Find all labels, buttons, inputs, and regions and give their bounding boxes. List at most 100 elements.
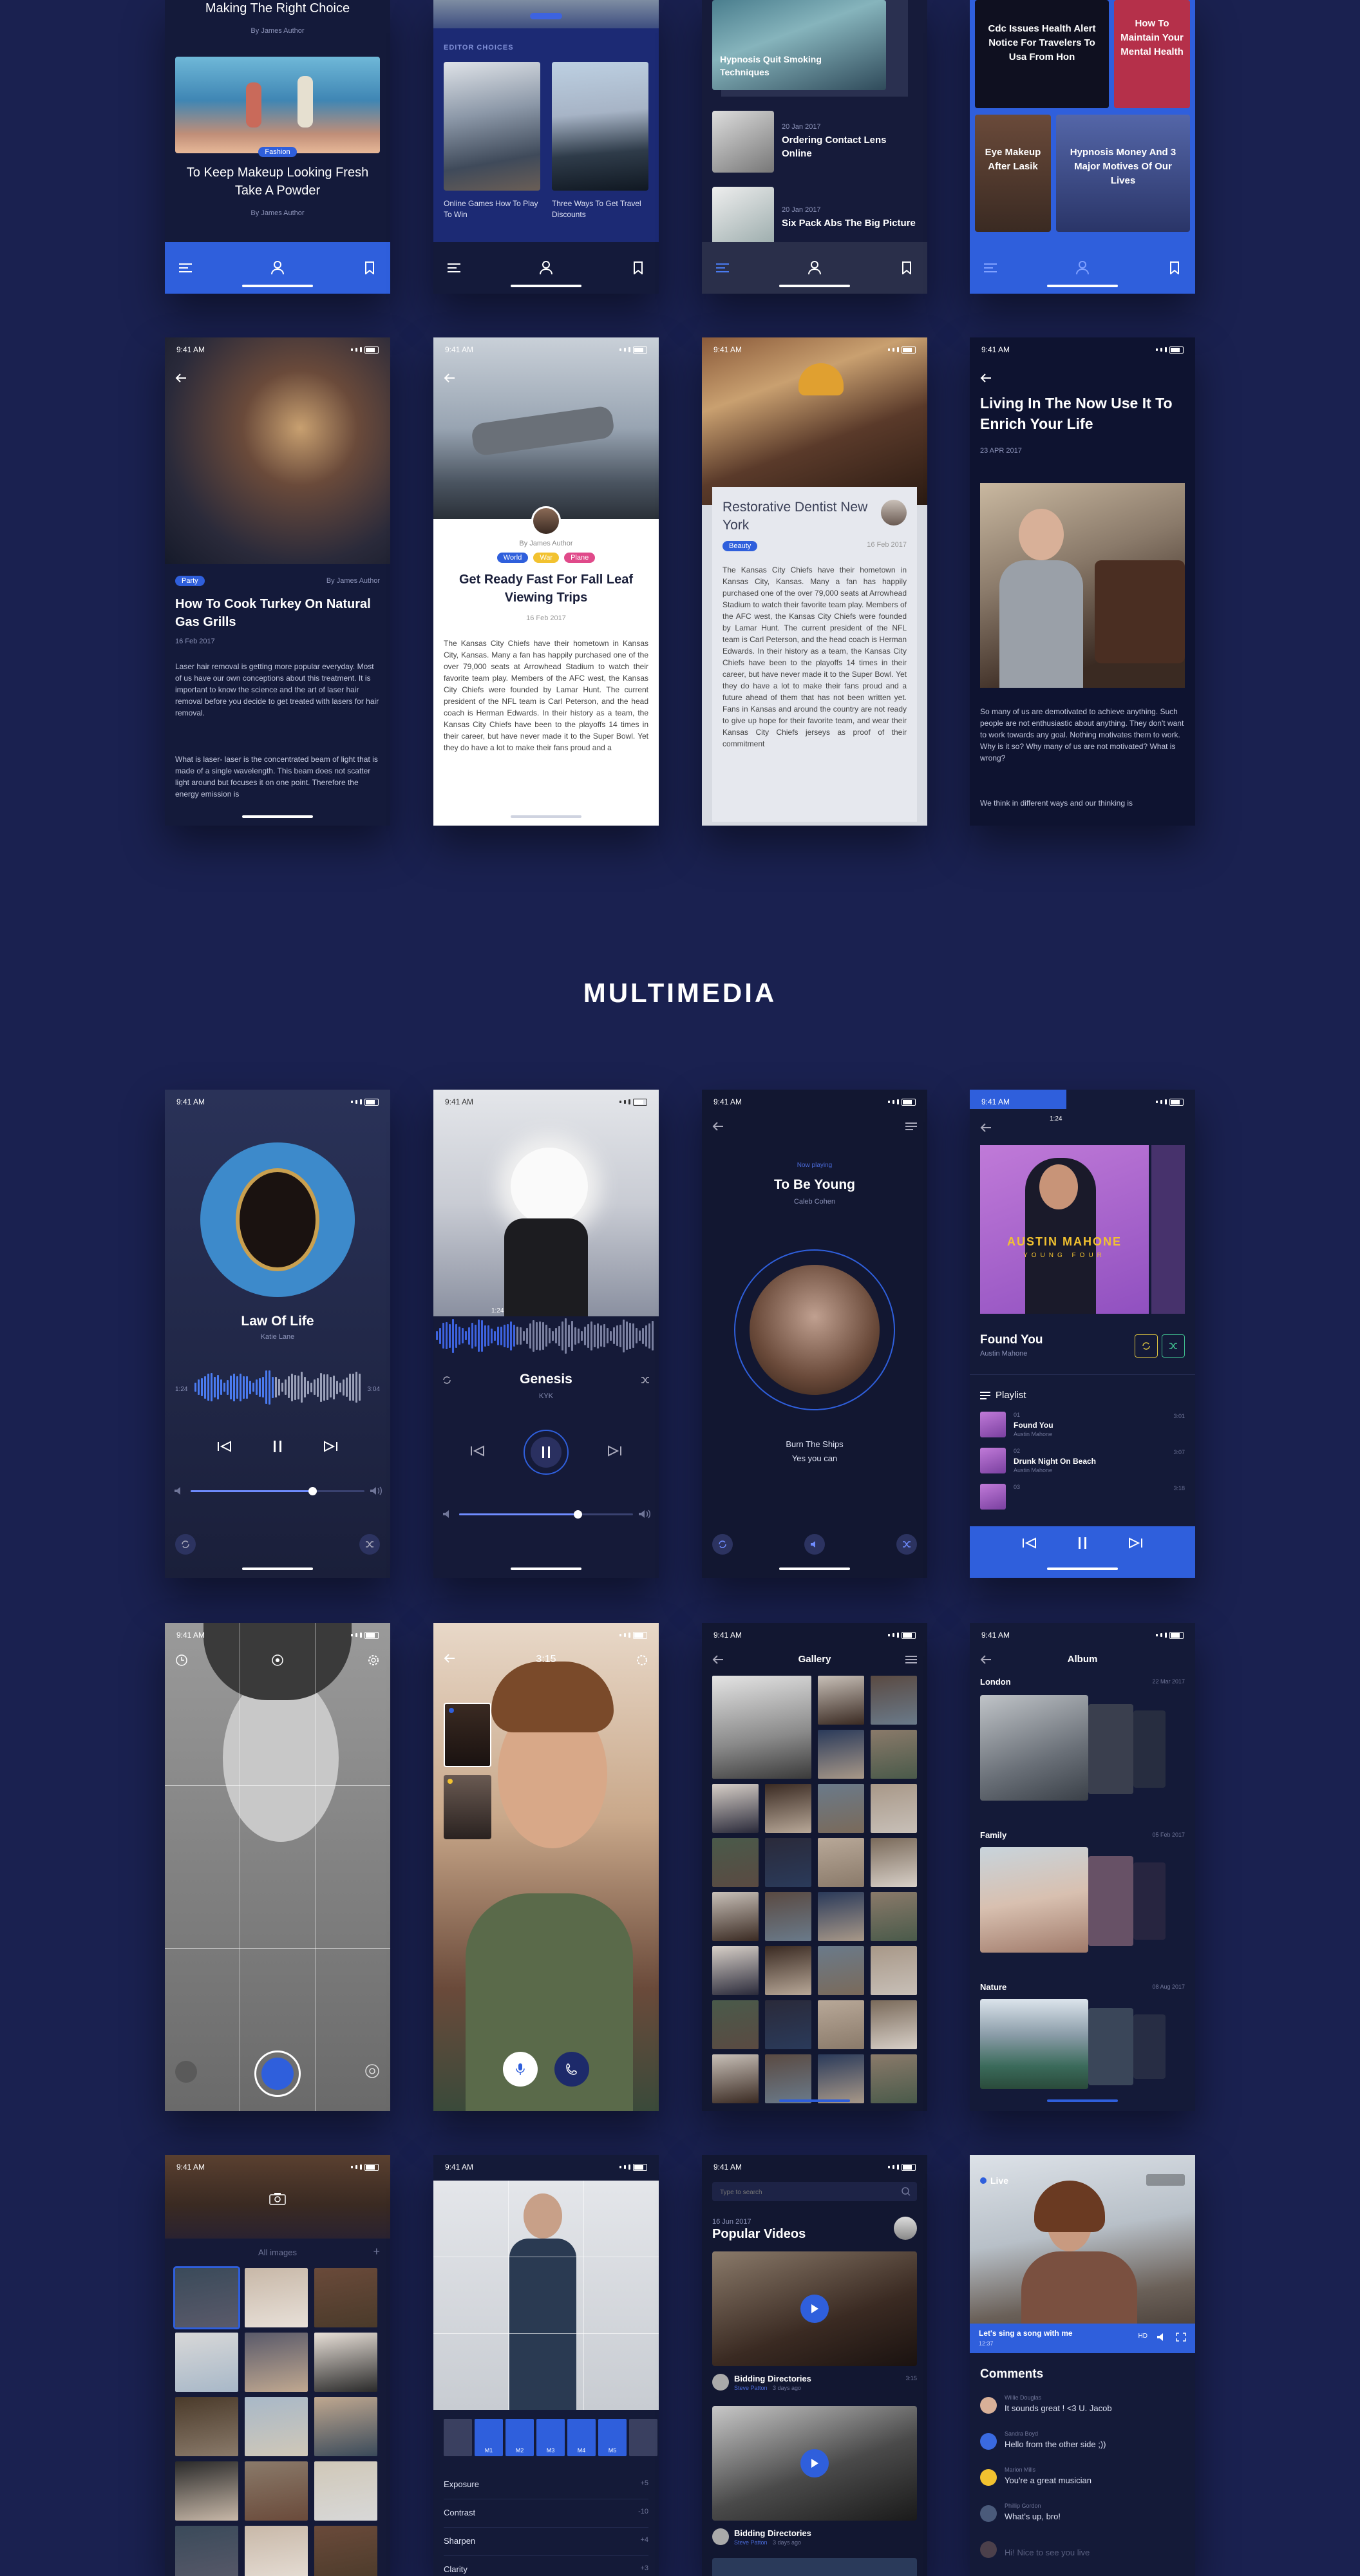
next-icon[interactable] — [607, 1444, 623, 1460]
video-thumbnail-2[interactable] — [712, 2406, 917, 2521]
tile-1[interactable]: Cdc Issues Health Alert Notice For Trave… — [975, 0, 1109, 108]
article-tag[interactable]: Beauty — [722, 541, 758, 551]
gallery-photo[interactable] — [765, 1784, 811, 1833]
album-cover-nature[interactable] — [980, 1999, 1088, 2089]
picker-image[interactable] — [245, 2397, 308, 2456]
picker-image[interactable] — [245, 2333, 308, 2392]
picker-image[interactable] — [175, 2268, 238, 2327]
album-art[interactable]: AUSTIN MAHONE YOUNG FOUR — [980, 1145, 1149, 1314]
list-item-title[interactable]: Ordering Contact Lens Online — [782, 133, 917, 160]
gallery-photo[interactable] — [871, 1838, 917, 1887]
author-avatar[interactable] — [712, 2374, 729, 2391]
track-row[interactable]: 01 Found You Austin Mahone 3:01 — [980, 1412, 1185, 1443]
profile-icon[interactable] — [270, 260, 285, 276]
gallery-photo[interactable] — [818, 2054, 864, 2103]
previous-icon[interactable] — [1021, 1537, 1037, 1552]
search-input[interactable] — [719, 2182, 889, 2202]
edit-photo[interactable] — [433, 2181, 659, 2410]
gallery-photo[interactable] — [871, 1946, 917, 1995]
tile-4[interactable]: Hypnosis Money And 3 Major Motives Of Ou… — [1056, 115, 1190, 232]
live-photo-icon[interactable] — [271, 1654, 284, 1670]
picker-image[interactable] — [314, 2397, 377, 2456]
timer-icon[interactable] — [175, 1654, 188, 1670]
filter-thumbnail[interactable]: M2 — [505, 2419, 534, 2456]
playlist-icon[interactable] — [905, 1122, 917, 1134]
commenter-name[interactable]: Sandra Boyd — [1005, 2430, 1038, 2437]
shuffle-button[interactable] — [359, 1534, 380, 1555]
commenter-name[interactable]: Willie Douglas — [1005, 2394, 1041, 2401]
picker-image[interactable] — [314, 2333, 377, 2392]
adjustment-row[interactable]: Contrast -10 — [444, 2501, 648, 2528]
waveform[interactable] — [194, 1368, 361, 1406]
camera-icon[interactable] — [269, 2192, 286, 2208]
picker-image[interactable] — [245, 2461, 308, 2521]
gallery-photo[interactable] — [818, 1838, 864, 1887]
shutter-button[interactable] — [254, 2050, 301, 2097]
shuffle-button[interactable] — [1162, 1334, 1185, 1358]
volume-icon[interactable] — [1157, 2333, 1167, 2345]
video-thumbnail-3[interactable] — [712, 2558, 917, 2576]
commenter-name[interactable]: Phillip Gordon — [1005, 2503, 1041, 2509]
article-image[interactable] — [175, 57, 380, 153]
filter-thumbnail[interactable]: M4 — [567, 2419, 596, 2456]
featured-card-title[interactable]: Hypnosis Quit Smoking Techniques — [720, 53, 849, 79]
list-item[interactable]: 20 Jan 2017 Ordering Contact Lens Online — [712, 111, 917, 173]
adjustment-row[interactable]: Clarity +3 — [444, 2558, 648, 2576]
fullscreen-icon[interactable] — [1176, 2333, 1186, 2345]
search-icon[interactable] — [902, 2187, 911, 2196]
gallery-photo[interactable] — [765, 1892, 811, 1941]
album-art[interactable] — [200, 1142, 355, 1297]
back-arrow-icon[interactable] — [980, 1123, 992, 1135]
next-icon[interactable] — [1128, 1537, 1144, 1552]
card-image-snow-peak[interactable] — [552, 62, 648, 191]
volume-slider[interactable] — [191, 1487, 364, 1495]
commenter-avatar[interactable] — [980, 2433, 997, 2450]
article-tag[interactable]: Party — [175, 576, 205, 586]
gallery-photo[interactable] — [871, 1730, 917, 1779]
commenter-avatar[interactable] — [980, 2397, 997, 2414]
picker-image[interactable] — [175, 2461, 238, 2521]
album-name[interactable]: Nature — [980, 1982, 1006, 1992]
back-arrow-icon[interactable] — [712, 1122, 724, 1134]
settings-gear-icon[interactable] — [367, 1654, 380, 1670]
card2-title[interactable]: Three Ways To Get Travel Discounts — [552, 198, 648, 220]
previous-icon[interactable] — [469, 1444, 485, 1460]
back-arrow-icon[interactable] — [175, 374, 187, 386]
card-image-mountains[interactable] — [444, 62, 540, 191]
album-art[interactable] — [750, 1265, 880, 1395]
list-item[interactable]: 20 Jan 2017 Six Pack Abs The Big Picture — [712, 187, 917, 249]
article-tag[interactable]: Fashion — [258, 147, 297, 157]
profile-icon[interactable] — [807, 260, 822, 276]
commenter-avatar[interactable] — [980, 2469, 997, 2486]
picker-image[interactable] — [175, 2526, 238, 2576]
bookmark-icon[interactable] — [630, 260, 646, 276]
gallery-photo[interactable] — [871, 2054, 917, 2103]
gallery-photo[interactable] — [818, 1892, 864, 1941]
filter-thumbnail[interactable]: M3 — [536, 2419, 565, 2456]
album-name[interactable]: London — [980, 1677, 1011, 1687]
gallery-photo[interactable] — [818, 2000, 864, 2049]
play-button[interactable] — [800, 2449, 829, 2477]
shuffle-button[interactable] — [896, 1534, 917, 1555]
back-arrow-icon[interactable] — [444, 374, 455, 386]
author-avatar[interactable] — [531, 506, 561, 536]
gallery-photo[interactable] — [712, 1676, 811, 1779]
add-icon[interactable]: + — [373, 2245, 380, 2259]
gallery-photo[interactable] — [712, 1784, 759, 1833]
volume-button[interactable] — [804, 1534, 825, 1555]
picker-image[interactable] — [314, 2526, 377, 2576]
settings-gear-icon[interactable] — [636, 1654, 648, 1670]
picker-image[interactable] — [245, 2526, 308, 2576]
gallery-photo[interactable] — [818, 1946, 864, 1995]
video-title[interactable]: Bidding Directories — [734, 2528, 811, 2538]
participant-thumb-1[interactable] — [444, 1703, 491, 1767]
video-title[interactable]: Bidding Directories — [734, 2374, 811, 2383]
gallery-photo[interactable] — [871, 2000, 917, 2049]
commenter-avatar[interactable] — [980, 2505, 997, 2522]
bookmark-icon[interactable] — [362, 260, 377, 276]
menu-icon[interactable] — [446, 260, 462, 276]
filter-thumbnail[interactable]: M5 — [598, 2419, 627, 2456]
gallery-photo[interactable] — [765, 2000, 811, 2049]
next-icon[interactable] — [323, 1441, 339, 1455]
switch-camera-icon[interactable] — [364, 2063, 380, 2082]
